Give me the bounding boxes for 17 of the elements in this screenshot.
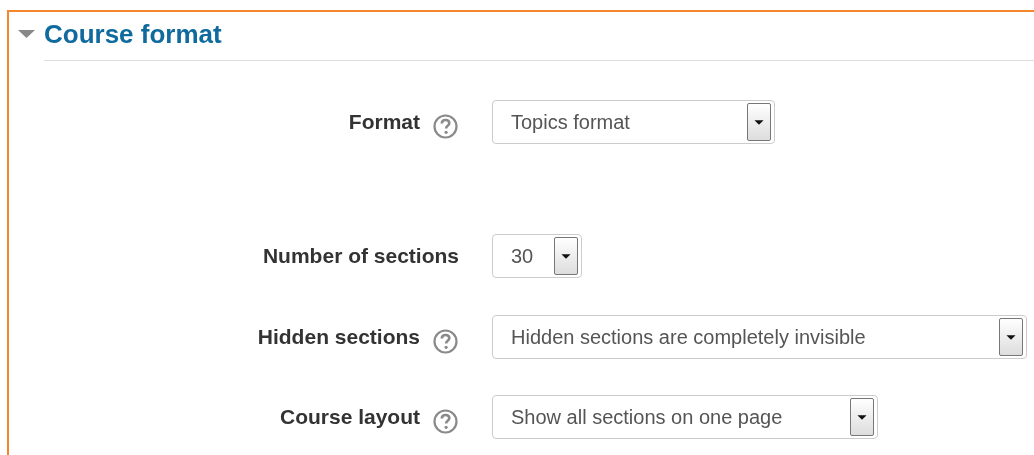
collapse-arrow-icon[interactable] <box>18 29 36 39</box>
help-icon[interactable] <box>432 112 459 140</box>
section-title[interactable]: Course format <box>44 18 222 50</box>
dropdown[interactable]: 30 <box>492 234 582 278</box>
help-icon[interactable] <box>432 327 459 355</box>
field-label: Number of sections <box>262 244 459 268</box>
caret-icon <box>747 103 771 141</box>
field-label: Hidden sections <box>257 325 420 349</box>
dropdown[interactable]: Show all sections on one page <box>492 395 878 439</box>
caret-icon <box>999 318 1023 356</box>
caret-icon <box>554 237 578 275</box>
help-icon[interactable] <box>432 407 459 435</box>
dropdown[interactable]: Topics format <box>492 100 775 144</box>
caret-icon <box>850 398 874 436</box>
dropdown[interactable]: Hidden sections are completely invisible <box>492 315 1027 359</box>
field-label: Course layout <box>279 405 420 429</box>
field-label: Format <box>348 110 420 134</box>
